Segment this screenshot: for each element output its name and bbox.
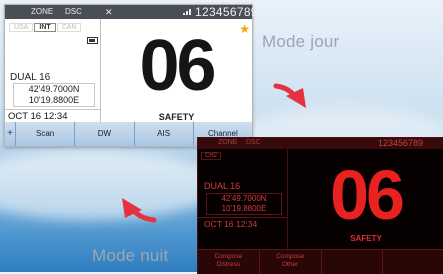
scan-softkey[interactable]: Scan bbox=[15, 122, 74, 146]
status-zone-label: ZONE bbox=[31, 7, 54, 16]
softkey-line1: Compose bbox=[214, 253, 243, 260]
channel-panel: 06 SAFETY bbox=[288, 149, 443, 249]
channel-mode-tabs: USA INT CAN bbox=[9, 23, 82, 32]
softkey-line2: Distress bbox=[216, 261, 241, 268]
signal-bars-icon bbox=[183, 7, 193, 15]
compose-distress-softkey[interactable]: Compose Distress bbox=[198, 250, 260, 274]
softkey-line2: Other bbox=[281, 261, 299, 268]
position-box: 42'49.7000N 10'19.8800E bbox=[13, 83, 95, 107]
empty-softkey[interactable] bbox=[322, 250, 384, 274]
status-dsc-label: DSC bbox=[65, 7, 82, 16]
plus-icon[interactable]: + bbox=[5, 122, 15, 146]
channel-panel: ★ 06 SAFETY bbox=[101, 19, 252, 122]
empty-softkey[interactable] bbox=[383, 250, 443, 274]
channel-number: 06 bbox=[139, 26, 216, 106]
date-time: OCT 16 12:34 bbox=[198, 217, 287, 229]
position-box: 42'49.7000N 10'19.8800E bbox=[206, 193, 282, 215]
longitude: 10'19.8800E bbox=[28, 95, 80, 105]
status-bar: ZONE DSC 123456789 bbox=[198, 138, 443, 149]
dual-watch-softkey[interactable]: DW bbox=[74, 122, 133, 146]
channel-name: SAFETY bbox=[158, 112, 195, 122]
tab-can[interactable]: CAN bbox=[56, 23, 82, 32]
mmsi-number: 123456789 bbox=[378, 138, 424, 148]
status-bar: ZONE DSC ✕ 123456789 bbox=[5, 5, 257, 19]
day-mode-screen: ZONE DSC ✕ 123456789 USA INT CAN DUAL 16 4… bbox=[4, 4, 257, 147]
latitude: 42'49.7000N bbox=[221, 194, 267, 203]
longitude: 10'19.8800E bbox=[221, 204, 267, 213]
night-mode-screen: ZONE DSC 123456789 CH2 DUAL 16 42'49.700… bbox=[197, 137, 443, 274]
mmsi-number: 123456789 bbox=[195, 5, 258, 19]
compose-other-softkey[interactable]: Compose Other bbox=[260, 250, 322, 274]
channel-number: 06 bbox=[330, 156, 405, 234]
tab-usa[interactable]: USA bbox=[9, 23, 34, 32]
battery-icon bbox=[87, 37, 98, 44]
arrow-right-down-icon bbox=[273, 83, 306, 108]
date-time: OCT 16 12:34 bbox=[5, 109, 100, 122]
info-panel: CH2 DUAL 16 42'49.7000N 10'19.8800E OCT … bbox=[198, 149, 288, 249]
ais-softkey[interactable]: AIS bbox=[133, 122, 193, 146]
day-mode-caption: Mode jour bbox=[262, 32, 340, 51]
arrow-left-up-icon bbox=[122, 198, 157, 223]
status-dsc-label: DSC bbox=[246, 139, 261, 146]
info-panel: USA INT CAN DUAL 16 42'49.7000N 10'19.8800… bbox=[5, 19, 101, 122]
tab-int[interactable]: INT bbox=[34, 23, 56, 32]
dual-watch-label: DUAL 16 bbox=[10, 72, 51, 83]
channel-tag: CH2 bbox=[201, 152, 222, 160]
dual-watch-label: DUAL 16 bbox=[204, 181, 241, 191]
dsc-icon: ✕ bbox=[105, 7, 113, 17]
status-zone-label: ZONE bbox=[218, 139, 238, 146]
channel-name: SAFETY bbox=[350, 234, 382, 243]
softkey-bar: Compose Distress Compose Other bbox=[198, 249, 443, 274]
latitude: 42'49.7000N bbox=[28, 84, 80, 94]
night-mode-caption: Mode nuit bbox=[92, 246, 169, 265]
softkey-line1: Compose bbox=[276, 253, 305, 260]
